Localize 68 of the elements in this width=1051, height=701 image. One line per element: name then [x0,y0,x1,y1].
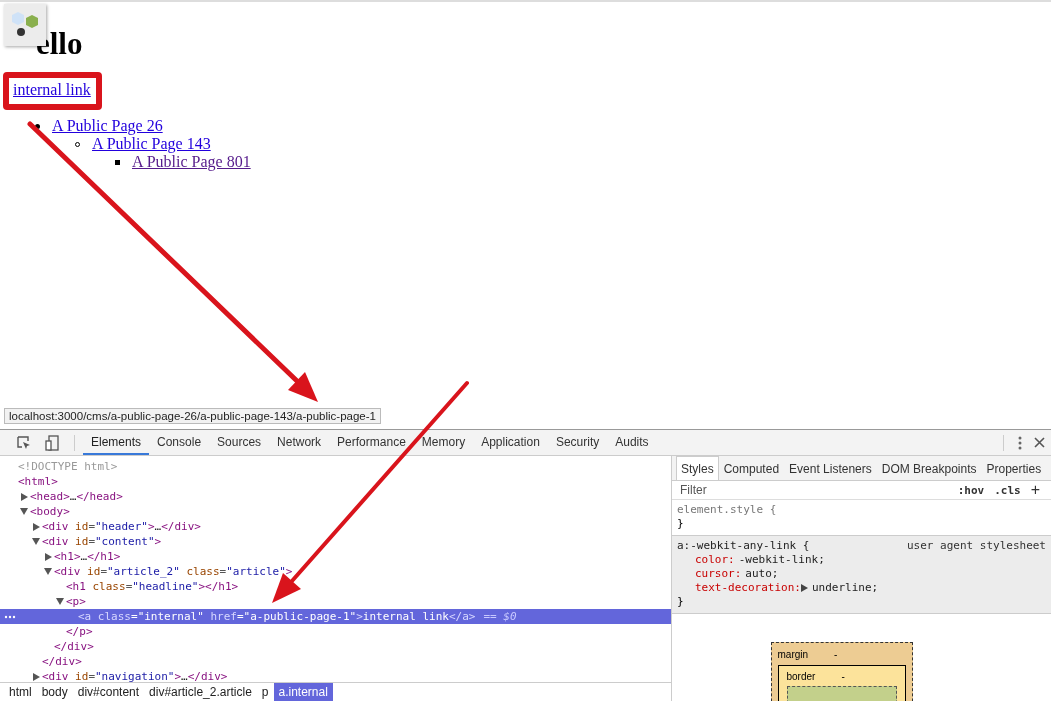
close-icon[interactable] [1034,437,1045,448]
sidebar-tab[interactable]: DOM Breakpoints [876,456,982,480]
box-label: border [786,670,816,682]
page-link[interactable]: A Public Page 26 [52,117,163,135]
breadcrumb[interactable]: html [4,683,37,701]
rule-source: user agent stylesheet [906,539,1046,553]
filter-toggle[interactable]: + [1025,481,1045,499]
expand-arrow-icon[interactable] [800,584,808,592]
filter-toggle[interactable]: :hov [952,483,990,497]
dom-node[interactable]: </div> [42,655,82,668]
css-selector: element.style { [677,503,777,517]
devtools-tab[interactable]: Network [269,430,330,455]
rule-brace: } [677,595,685,609]
breadcrumb[interactable]: body [36,683,73,701]
css-value: auto; [745,567,779,581]
rule-brace: } [677,517,685,531]
sidebar-tab[interactable]: Properties [981,456,1047,480]
ellipsis-icon [4,615,16,619]
dom-node[interactable]: <div id="navigation">…</div> [42,670,228,682]
devtools-tab[interactable]: Performance [329,430,414,455]
sidebar-tab[interactable]: Styles [676,456,719,480]
css-selector: a:-webkit-any-link { [677,539,810,553]
status-url: localhost:3000/cms/a-public-page-26/a-public-page-143/a-public-page-1 [4,408,381,424]
devtools-tab[interactable]: Console [149,430,210,455]
page-link[interactable]: A Public Page 143 [92,135,211,153]
dom-node[interactable]: <div id="content"> [42,535,162,548]
box-value: - [834,648,838,660]
devtools-tab[interactable]: Elements [83,430,150,455]
devtools-tab[interactable]: Memory [413,430,474,455]
dom-node[interactable]: </div> [54,640,94,653]
box-label: margin [777,648,809,660]
filter-toggle[interactable]: .cls [989,483,1026,497]
dom-node[interactable]: <div id="header">…</div> [42,520,201,533]
box-value: - [841,670,845,682]
bullet-icon [115,159,120,165]
dom-node[interactable]: <p> [66,595,86,608]
dom-node[interactable]: <body> [30,505,70,518]
sidebar-tab[interactable]: Event Listeners [784,456,877,480]
devtools-tab[interactable]: Sources [209,430,270,455]
sidebar-tab[interactable]: Computed [718,456,785,480]
dom-node[interactable]: </p> [66,625,93,638]
breadcrumb[interactable]: p [256,683,274,701]
dom-node[interactable]: <h1>…</h1> [54,550,121,563]
inspect-icon[interactable] [16,434,32,451]
dom-node[interactable]: <html> [18,475,58,488]
css-property: text-decoration: [695,581,801,595]
css-value: underline; [811,581,879,595]
css-property: cursor: [695,567,742,581]
filter-field[interactable]: Filter [678,482,953,498]
bullet-icon [35,123,40,129]
devtools-tab[interactable]: Security [547,430,608,455]
breadcrumb[interactable]: div#content [72,683,145,701]
device-icon[interactable] [44,434,60,451]
page-link[interactable]: A Public Page 801 [132,153,251,171]
breadcrumb[interactable]: div#article_2.article [144,683,257,701]
devtools-tab[interactable]: Application [473,430,548,455]
css-property: color: [695,553,735,567]
devtools-tab[interactable]: Audits [607,430,657,455]
internal-link[interactable]: internal link [13,81,91,98]
dom-node[interactable]: <a class="internal" href="a-public-page-1">internal link</a> [78,610,476,623]
expand-arrow-icon[interactable] [33,672,40,681]
breadcrumb[interactable]: a.internal [273,683,333,701]
dom-node[interactable]: <h1 class="headline"></h1> [66,580,239,593]
dom-node[interactable]: <head>…</head> [30,490,123,503]
css-value: -webkit-link; [738,553,825,567]
dom-node[interactable]: <div id="article_2" class="article"> [54,565,293,578]
more-icon[interactable] [1018,435,1022,450]
node-reference: == $0 [483,610,517,623]
